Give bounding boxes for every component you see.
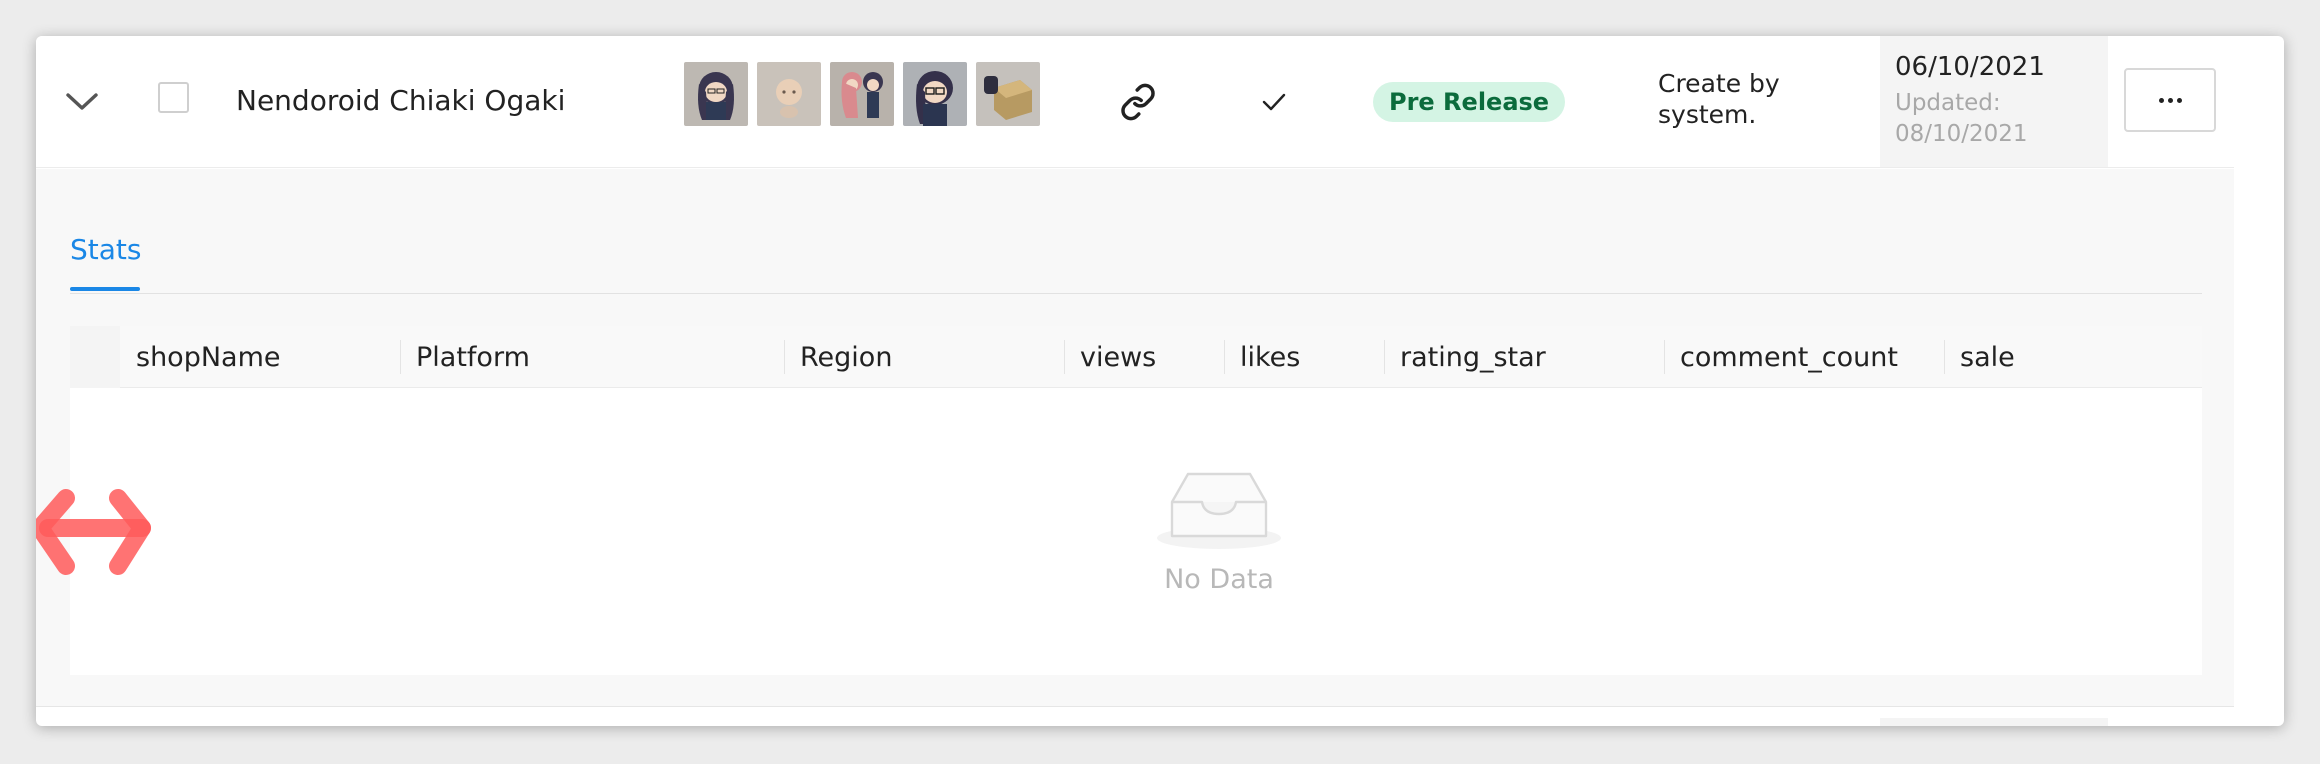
active-tab-indicator xyxy=(70,287,140,291)
column-header-region[interactable]: Region xyxy=(784,326,892,388)
product-thumbnails xyxy=(684,62,1040,126)
empty-state-text: No Data xyxy=(1164,564,1274,595)
status-badge: Pre Release xyxy=(1373,82,1566,122)
updated-date: 08/10/2021 xyxy=(1895,121,2028,147)
column-header-rating-star[interactable]: rating_star xyxy=(1384,326,1546,388)
table-left-gutter xyxy=(70,326,120,388)
more-actions-button[interactable] xyxy=(2124,68,2216,132)
stats-table: shopName Platform Region views likes rat… xyxy=(70,326,2202,675)
column-header-shopname[interactable]: shopName xyxy=(120,326,281,388)
column-header-comment-count[interactable]: comment_count xyxy=(1664,326,1898,388)
expand-chevron-icon[interactable] xyxy=(62,82,102,122)
horizontal-resize-arrow-icon[interactable] xyxy=(36,486,162,586)
product-card: Nendoroid Chiaki Ogaki Pre Release Creat… xyxy=(36,36,2284,726)
ellipsis-icon xyxy=(2158,97,2164,103)
figure-glasses-thumbnail[interactable] xyxy=(903,62,967,126)
tab-stats[interactable]: Stats xyxy=(70,233,141,266)
expanded-stats-panel: Stats shopName Platform Region views lik… xyxy=(36,169,2234,707)
inbox-icon xyxy=(1157,472,1281,549)
checkmark-icon xyxy=(1256,84,1292,120)
date-cell: 06/10/2021 Updated: 08/10/2021 xyxy=(1880,36,2108,167)
column-header-sale[interactable]: sale xyxy=(1944,326,2015,388)
column-header-platform[interactable]: Platform xyxy=(400,326,530,388)
figure-front-thumbnail[interactable] xyxy=(684,62,748,126)
tab-divider xyxy=(70,293,2202,294)
next-row-date-cell xyxy=(1880,718,2108,726)
figure-box-thumbnail[interactable] xyxy=(976,62,1040,126)
empty-state: No Data xyxy=(1119,466,1319,595)
created-date: 06/10/2021 xyxy=(1895,52,2045,82)
created-by-text: Create by system. xyxy=(1658,69,1780,129)
figure-face-thumbnail[interactable] xyxy=(757,62,821,126)
column-header-views[interactable]: views xyxy=(1064,326,1156,388)
product-row[interactable]: Nendoroid Chiaki Ogaki Pre Release Creat… xyxy=(36,36,2234,168)
table-header: shopName Platform Region views likes rat… xyxy=(120,326,2202,388)
product-name: Nendoroid Chiaki Ogaki xyxy=(236,84,566,117)
link-icon[interactable] xyxy=(1116,80,1160,124)
updated-label: Updated: xyxy=(1895,90,2001,116)
column-header-likes[interactable]: likes xyxy=(1224,326,1300,388)
row-checkbox[interactable] xyxy=(158,82,189,113)
figure-pair-thumbnail[interactable] xyxy=(830,62,894,126)
